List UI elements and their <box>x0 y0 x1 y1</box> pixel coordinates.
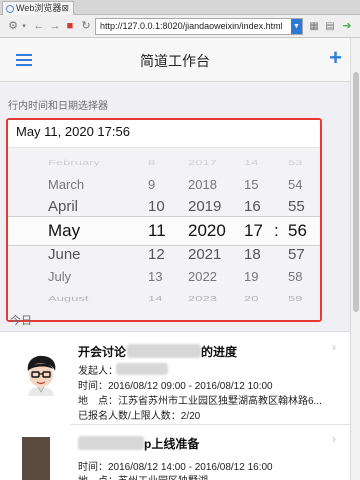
browser-tab-icon <box>6 5 14 13</box>
event-time: 时间：2016/08/12 09:00 - 2016/08/12 10:00 <box>78 381 273 392</box>
picker-minute: 55 <box>288 198 305 215</box>
picker-year: 2022 <box>188 269 217 284</box>
picker-day: 13 <box>148 269 163 284</box>
reload-icon[interactable]: ↻ <box>79 19 93 34</box>
today-section-header: 今日 <box>10 315 32 327</box>
picker-row[interactable]: June 12 2021 18 57 <box>8 244 320 266</box>
picker-day: 12 <box>148 246 165 263</box>
app-viewport: 简道工作台 + 行内时间和日期选择器 May 11, 2020 17:56 Fe… <box>0 38 350 480</box>
close-tab-icon[interactable]: ⊠ <box>61 2 69 15</box>
settings-gear-icon[interactable]: ⚙ <box>6 19 20 34</box>
picker-year: 2020 <box>188 221 226 240</box>
qrcode-icon[interactable]: ▦ <box>308 19 320 34</box>
redacted-text <box>78 436 144 450</box>
picker-month: July <box>48 269 72 284</box>
picker-day: 10 <box>148 198 165 215</box>
event-title-suffix: 的进度 <box>201 345 238 359</box>
browser-tab[interactable]: Web浏览器 ⊠ <box>2 1 74 15</box>
forward-arrow-icon[interactable]: → <box>48 19 62 34</box>
redacted-text <box>127 344 201 358</box>
chevron-right-icon[interactable]: › <box>332 432 336 446</box>
picker-wheel[interactable]: February820171453March920181554April1020… <box>8 148 320 320</box>
picker-hour: 18 <box>244 246 261 263</box>
picker-fade-top <box>8 148 320 178</box>
picker-row[interactable]: July 13 2022 19 58 <box>8 266 320 288</box>
chevron-right-icon[interactable]: › <box>332 340 336 354</box>
navbar: 简道工作台 + <box>0 38 350 82</box>
stop-icon[interactable]: ■ <box>64 19 76 34</box>
picker-hour: 16 <box>244 198 261 215</box>
picker-minute: 57 <box>288 246 305 263</box>
divider <box>70 424 350 425</box>
picker-minute: 56 <box>288 221 307 240</box>
picker-row[interactable]: April 10 2019 16 55 <box>8 196 320 218</box>
browser-toolbar: ⚙ ▾ ← → ■ ↻ http://127.0.0.1:8020/jianda… <box>0 15 360 38</box>
redacted-text <box>116 363 168 375</box>
event-registered: 已报名人数/上限人数：2/20 <box>78 411 201 422</box>
event-title-suffix: p上线准备 <box>144 437 200 451</box>
event-location: 地 点：苏州工业园区独墅湖... <box>78 472 216 480</box>
picker-hour: 17 <box>244 221 263 240</box>
avatar <box>27 355 56 396</box>
address-dropdown-icon[interactable]: ▼ <box>291 19 302 34</box>
device-icon[interactable]: ▤ <box>324 19 336 34</box>
picker-year: 2019 <box>188 198 222 215</box>
picker-section-header: 行内时间和日期选择器 <box>8 101 108 112</box>
scrollbar-thumb[interactable] <box>353 72 359 312</box>
event-location: 地 点：江苏省苏州市工业园区独墅湖高教区翰林路6... <box>78 396 322 407</box>
picker-day: 11 <box>148 221 166 240</box>
vertical-scrollbar[interactable] <box>350 38 360 480</box>
page-title: 简道工作台 <box>140 53 210 69</box>
event-list: 开会讨论 的进度 发起人： 时间：2016/08/12 09:00 - 2016… <box>0 331 350 480</box>
event-title-prefix: 开会讨论 <box>78 345 127 359</box>
event-thumbnail <box>22 437 50 480</box>
picker-colon: : <box>274 221 279 240</box>
browser-tabstrip: Web浏览器 ⊠ <box>0 0 360 15</box>
back-arrow-icon[interactable]: ← <box>32 19 46 34</box>
picker-hour: 19 <box>244 269 259 284</box>
address-bar[interactable]: http://127.0.0.1:8020/jiandaoweixin/inde… <box>95 18 303 35</box>
initiator-label: 发起人： <box>78 366 118 377</box>
picker-month: April <box>48 198 79 215</box>
add-plus-icon[interactable]: + <box>329 47 342 69</box>
picker-minute: 58 <box>288 269 303 284</box>
picker-year: 2021 <box>188 246 222 263</box>
datetime-picker[interactable]: May 11, 2020 17:56 February820171453Marc… <box>6 118 322 322</box>
chevron-down-icon[interactable]: ▾ <box>20 19 28 34</box>
event-time: 时间：2016/08/12 14:00 - 2016/08/12 16:00 <box>78 462 273 473</box>
go-arrow-icon[interactable]: ➜ <box>340 19 354 34</box>
browser-tab-title: Web浏览器 <box>16 3 62 13</box>
picker-month: June <box>48 246 81 263</box>
picker-row-selected[interactable]: May 11 2020 17:56 <box>8 220 320 242</box>
picker-month: May <box>48 221 81 240</box>
picker-fade-bottom <box>8 294 320 320</box>
datetime-value: May 11, 2020 17:56 <box>16 124 130 139</box>
